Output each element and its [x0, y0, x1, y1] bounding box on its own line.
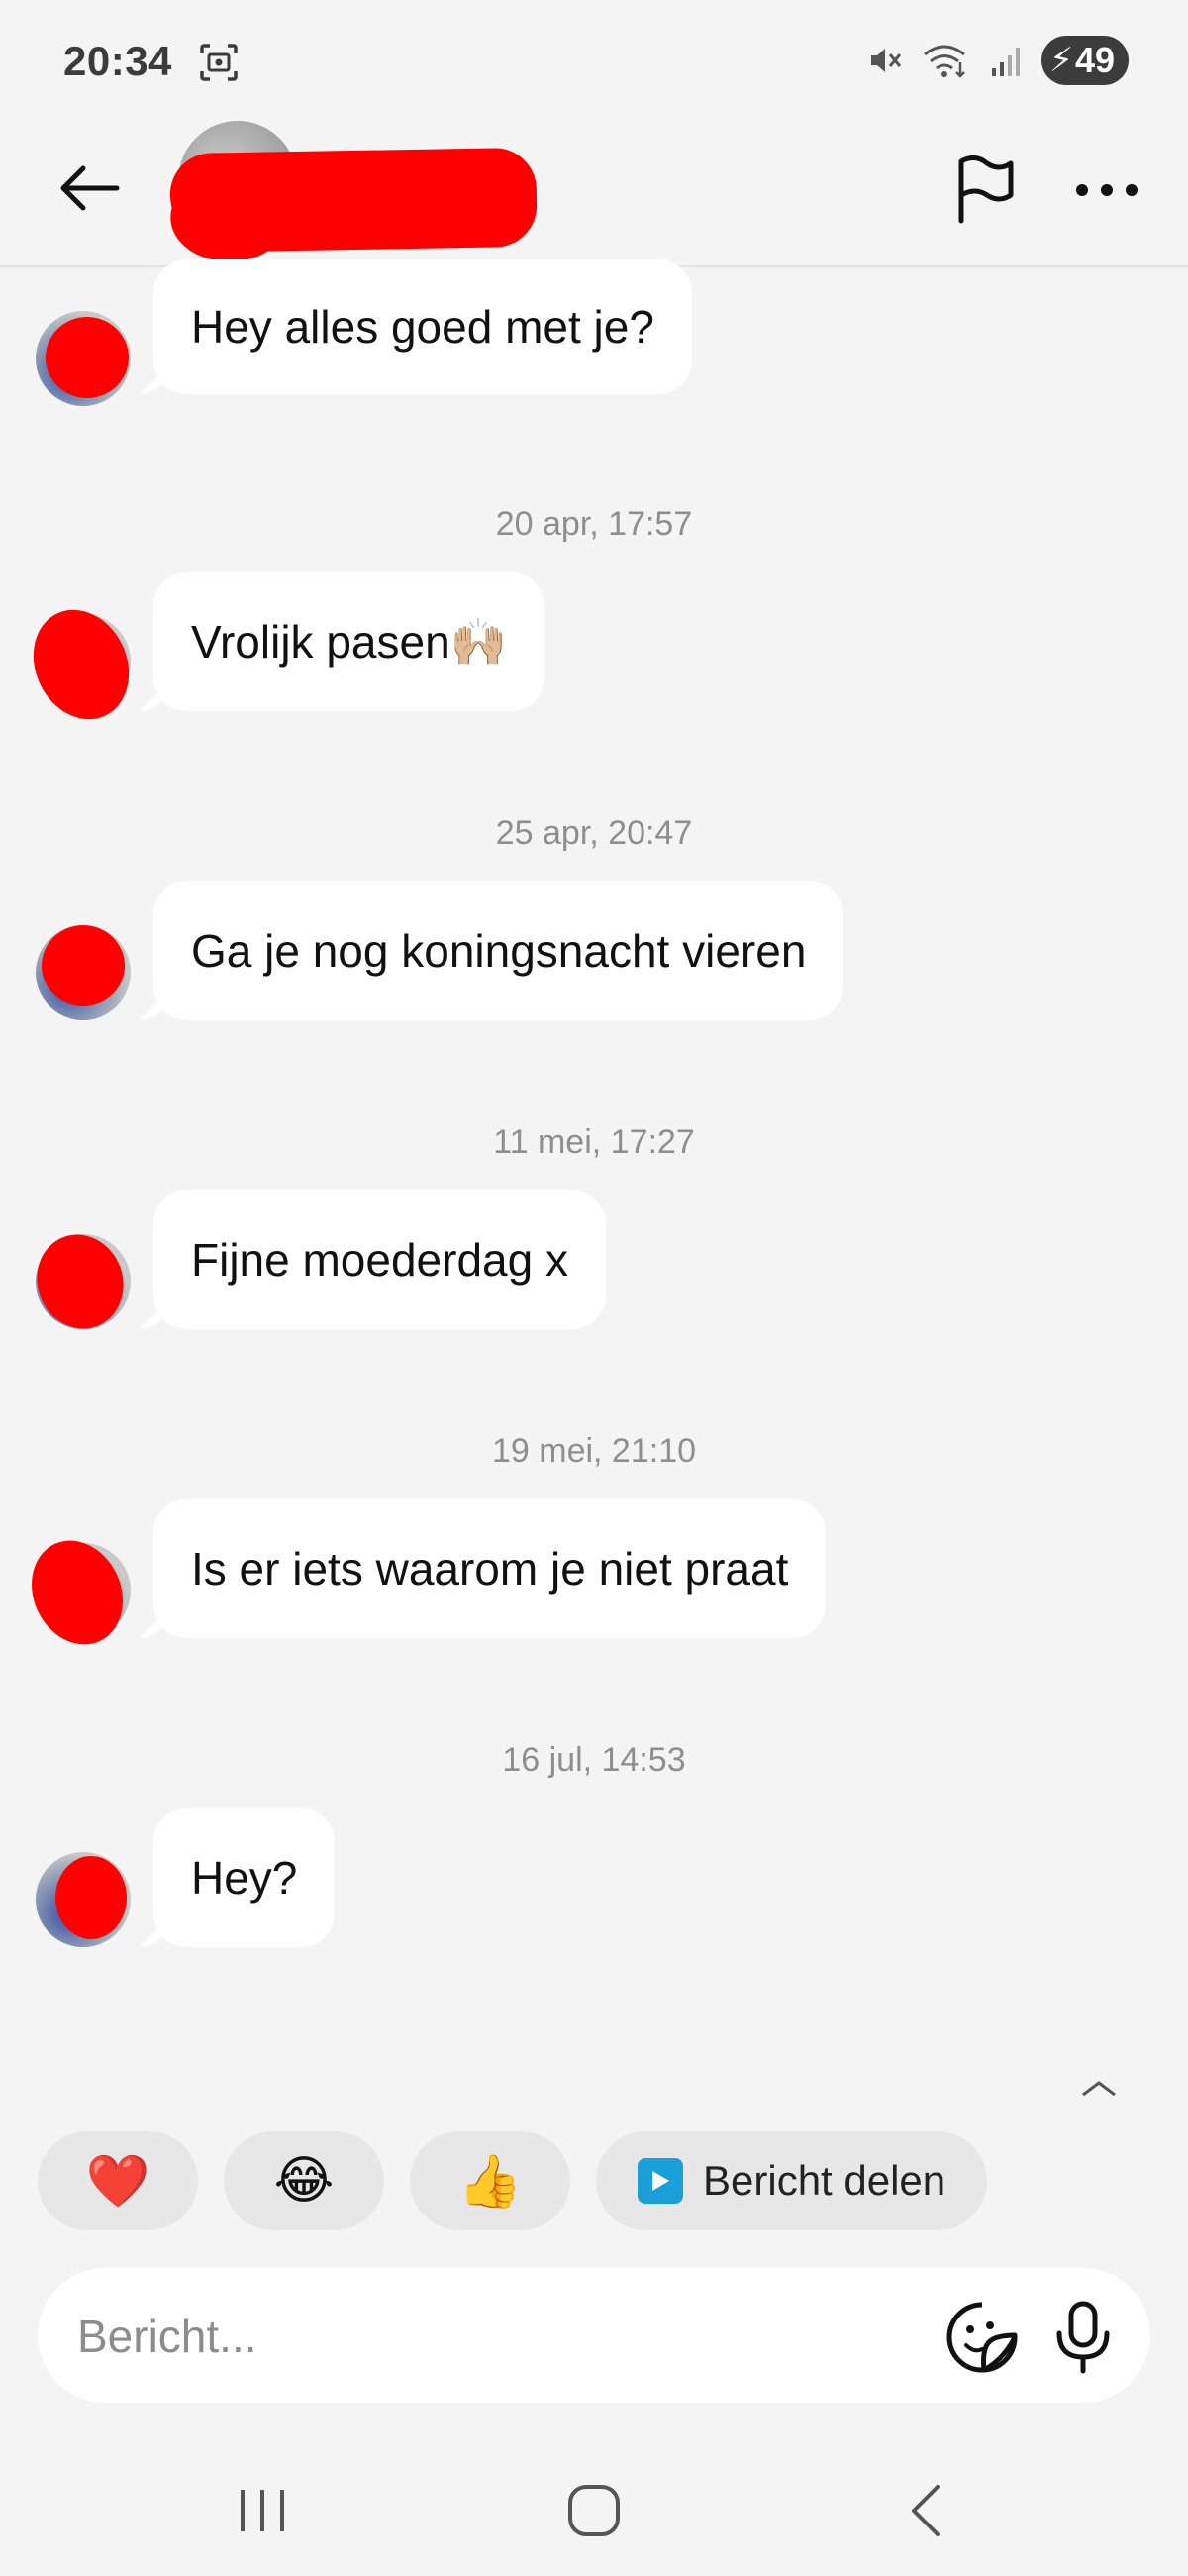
- message-bubble[interactable]: Fijne moederdag x: [153, 1190, 606, 1329]
- message-composer: [38, 2268, 1150, 2403]
- signal-icon: [988, 43, 1024, 78]
- message-timestamp: 16 jul, 14:53: [502, 1741, 686, 1779]
- home-icon: [568, 2485, 620, 2536]
- back-button[interactable]: [50, 149, 129, 228]
- battery-indicator: ⚡ 49: [1041, 36, 1129, 85]
- back-nav-button[interactable]: [881, 2476, 970, 2545]
- laughing-emoji-icon: 😂: [273, 2152, 335, 2210]
- contact-name-redaction: [169, 147, 538, 254]
- recent-apps-button[interactable]: [218, 2476, 307, 2545]
- message-row: Is er iets waarom je niet praat: [0, 1499, 1188, 1660]
- status-time: 20:34: [63, 38, 172, 84]
- more-horizontal-icon: [1076, 184, 1138, 196]
- arrow-left-icon: [60, 165, 120, 211]
- sticker-button[interactable]: [942, 2298, 1022, 2377]
- report-button[interactable]: [945, 151, 1025, 230]
- share-message-label: Bericht delen: [703, 2157, 946, 2204]
- charging-icon: ⚡: [1049, 42, 1073, 79]
- microphone-icon: [1056, 2301, 1110, 2374]
- flag-icon: [958, 155, 1014, 224]
- laugh-reaction-button[interactable]: 😂: [224, 2131, 384, 2230]
- thumbs-up-reaction-button[interactable]: 👍: [410, 2131, 570, 2230]
- sender-avatar[interactable]: [36, 1852, 131, 1947]
- avatar-redaction: [15, 1525, 140, 1660]
- sender-avatar[interactable]: [36, 925, 131, 1020]
- message-bubble[interactable]: Is er iets waarom je niet praat: [153, 1499, 827, 1638]
- message-timestamp: 11 mei, 17:27: [493, 1123, 695, 1161]
- sender-avatar[interactable]: [36, 311, 131, 406]
- battery-level: 49: [1074, 40, 1115, 80]
- avatar-redaction: [24, 1222, 137, 1341]
- thumbs-up-icon: 👍: [457, 2152, 523, 2211]
- message-row: Fijne moederdag x: [0, 1190, 1188, 1341]
- heart-reaction-button[interactable]: ❤️: [38, 2131, 198, 2230]
- share-message-button[interactable]: Bericht delen: [596, 2131, 988, 2230]
- avatar-redaction: [46, 317, 129, 398]
- message-bubble[interactable]: Vrolijk pasen🙌🏼: [153, 572, 544, 711]
- message-timestamp: 19 mei, 21:10: [491, 1432, 697, 1470]
- suggestion-strip: [0, 2075, 1188, 2099]
- quick-reactions: ❤️ 😂 👍 Bericht delen: [38, 2131, 988, 2230]
- mute-icon: [867, 43, 903, 78]
- sticker-icon: [946, 2302, 1018, 2373]
- message-row: Hey?: [0, 1808, 1188, 1947]
- message-bubble[interactable]: Hey alles goed met je?: [153, 259, 692, 394]
- play-share-icon: [638, 2158, 683, 2204]
- message-input[interactable]: [75, 2296, 891, 2377]
- home-button[interactable]: [549, 2476, 639, 2545]
- heart-icon: ❤️: [85, 2152, 150, 2211]
- avatar-redaction: [16, 593, 147, 736]
- close-icon[interactable]: [1079, 2081, 1119, 2099]
- message-bubble[interactable]: Hey?: [153, 1808, 336, 1947]
- wifi-icon: [921, 43, 970, 78]
- message-timestamp: 20 apr, 17:57: [495, 505, 693, 543]
- recent-apps-icon: [241, 2490, 284, 2531]
- message-row: Ga je nog koningsnacht vieren: [0, 881, 1188, 1020]
- more-options-button[interactable]: [1067, 151, 1146, 230]
- sender-avatar[interactable]: [15, 1525, 140, 1660]
- sender-avatar[interactable]: [16, 593, 147, 736]
- message-timestamp: 25 apr, 20:47: [495, 814, 693, 852]
- screenshot-icon: [198, 42, 240, 83]
- chevron-left-icon: [912, 2485, 940, 2536]
- chat-header: [0, 121, 1188, 267]
- avatar-redaction: [55, 1856, 127, 1939]
- message-row: Vrolijk pasen🙌🏼: [0, 572, 1188, 736]
- sender-avatar[interactable]: [24, 1222, 137, 1341]
- message-bubble[interactable]: Ga je nog koningsnacht vieren: [153, 881, 844, 1020]
- voice-message-button[interactable]: [1043, 2298, 1123, 2377]
- status-bar: 20:34 ⚡ 49: [0, 0, 1188, 129]
- message-list[interactable]: Hey alles goed met je? 20 apr, 17:57 Vro…: [0, 259, 1188, 2090]
- system-navigation-bar: [0, 2456, 1188, 2576]
- avatar-redaction: [42, 925, 125, 1006]
- message-row: Hey alles goed met je?: [0, 259, 1188, 406]
